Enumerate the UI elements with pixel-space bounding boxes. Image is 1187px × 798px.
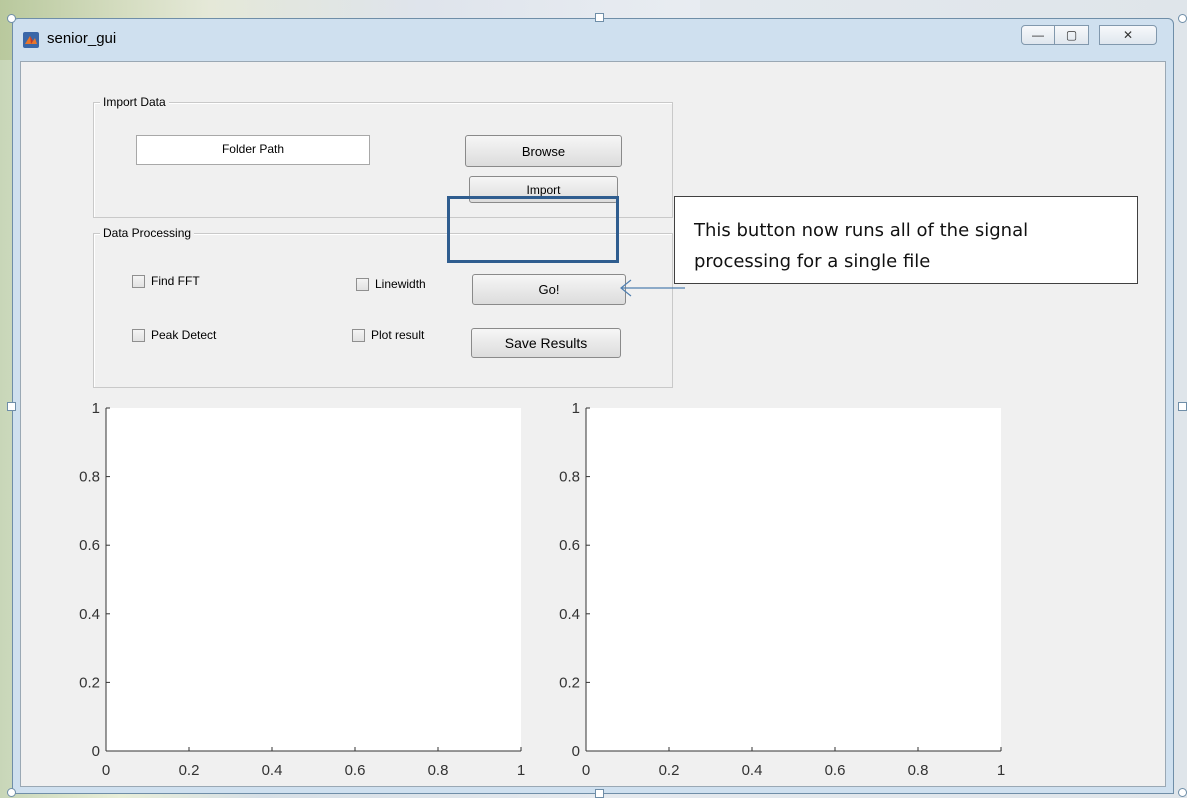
title-bar[interactable]: senior_gui — ▢ ✕ xyxy=(13,19,1173,61)
x-tick-label: 0.2 xyxy=(659,762,680,779)
x-tick-label: 0.8 xyxy=(908,762,929,779)
y-tick-label: 0.6 xyxy=(559,537,580,554)
checkbox-box xyxy=(356,277,369,291)
find-fft-label: Find FFT xyxy=(151,274,200,288)
plot-axes-right[interactable]: 0 0.2 0.4 0.6 0.8 1 0 0.2 0.4 0.6 0.8 1 xyxy=(541,392,1011,782)
resize-handle[interactable] xyxy=(7,788,16,797)
x-tick-label: 0.4 xyxy=(262,762,283,779)
save-results-button[interactable]: Save Results xyxy=(471,328,621,358)
x-tick-label: 1 xyxy=(997,762,1005,779)
resize-handle[interactable] xyxy=(1178,788,1187,797)
y-tick-label: 0 xyxy=(92,743,100,760)
y-tick-label: 0.2 xyxy=(559,674,580,691)
window-title: senior_gui xyxy=(47,30,117,47)
y-tick-label: 0.8 xyxy=(79,469,100,486)
folder-path-input[interactable]: Folder Path xyxy=(136,135,370,165)
resize-handle[interactable] xyxy=(7,402,16,411)
y-tick-label: 0.4 xyxy=(79,606,100,623)
figure-client-area: Import Data Folder Path Browse Import Da… xyxy=(20,61,1166,787)
resize-handle[interactable] xyxy=(1178,402,1187,411)
checkbox-box xyxy=(132,274,145,288)
resize-handle[interactable] xyxy=(595,789,604,798)
plot-axes-left[interactable]: 0 0.2 0.4 0.6 0.8 1 0 0.2 0.4 0.6 0.8 1 xyxy=(61,392,531,782)
y-tick-label: 1 xyxy=(92,400,100,417)
x-tick-label: 0.4 xyxy=(742,762,763,779)
close-button[interactable]: ✕ xyxy=(1099,25,1157,45)
app-window: senior_gui — ▢ ✕ Import Data Folder Path… xyxy=(12,18,1174,794)
y-tick-label: 0.8 xyxy=(559,469,580,486)
maximize-button[interactable]: ▢ xyxy=(1055,25,1089,45)
x-tick-label: 0 xyxy=(102,762,110,779)
resize-handle[interactable] xyxy=(1178,14,1187,23)
y-tick-label: 0 xyxy=(572,743,580,760)
go-button[interactable]: Go! xyxy=(472,274,626,305)
checkbox-box xyxy=(132,328,145,342)
peak-detect-checkbox[interactable]: Peak Detect xyxy=(132,328,216,342)
plot-result-label: Plot result xyxy=(371,328,425,342)
plot-area xyxy=(586,408,1001,751)
x-tick-label: 0 xyxy=(582,762,590,779)
y-tick-label: 1 xyxy=(572,400,580,417)
x-tick-label: 0.8 xyxy=(428,762,449,779)
import-panel-title: Import Data xyxy=(100,95,169,109)
processing-panel-title: Data Processing xyxy=(100,226,195,240)
resize-handle[interactable] xyxy=(595,13,604,22)
y-tick-label: 0.6 xyxy=(79,537,100,554)
close-icon: ✕ xyxy=(1122,28,1134,42)
y-tick-label: 0.4 xyxy=(559,606,580,623)
linewidth-label: Linewidth xyxy=(375,277,426,291)
checkbox-box xyxy=(352,328,365,342)
resize-handle[interactable] xyxy=(7,14,16,23)
maximize-icon: ▢ xyxy=(1065,28,1078,42)
find-fft-checkbox[interactable]: Find FFT xyxy=(132,274,200,288)
plot-result-checkbox[interactable]: Plot result xyxy=(352,328,424,342)
y-tick-label: 0.2 xyxy=(79,674,100,691)
x-tick-label: 0.6 xyxy=(345,762,366,779)
minimize-button[interactable]: — xyxy=(1021,25,1055,45)
annotation-callout: This button now runs all of the signal p… xyxy=(674,196,1138,284)
linewidth-checkbox[interactable]: Linewidth xyxy=(356,277,426,291)
x-tick-label: 0.6 xyxy=(825,762,846,779)
x-tick-label: 0.2 xyxy=(179,762,200,779)
plot-area xyxy=(106,408,521,751)
matlab-icon xyxy=(23,32,39,48)
x-tick-label: 1 xyxy=(517,762,525,779)
go-button-highlight xyxy=(447,196,619,263)
minimize-icon: — xyxy=(1032,28,1044,42)
browse-button[interactable]: Browse xyxy=(465,135,622,167)
peak-detect-label: Peak Detect xyxy=(151,328,217,342)
